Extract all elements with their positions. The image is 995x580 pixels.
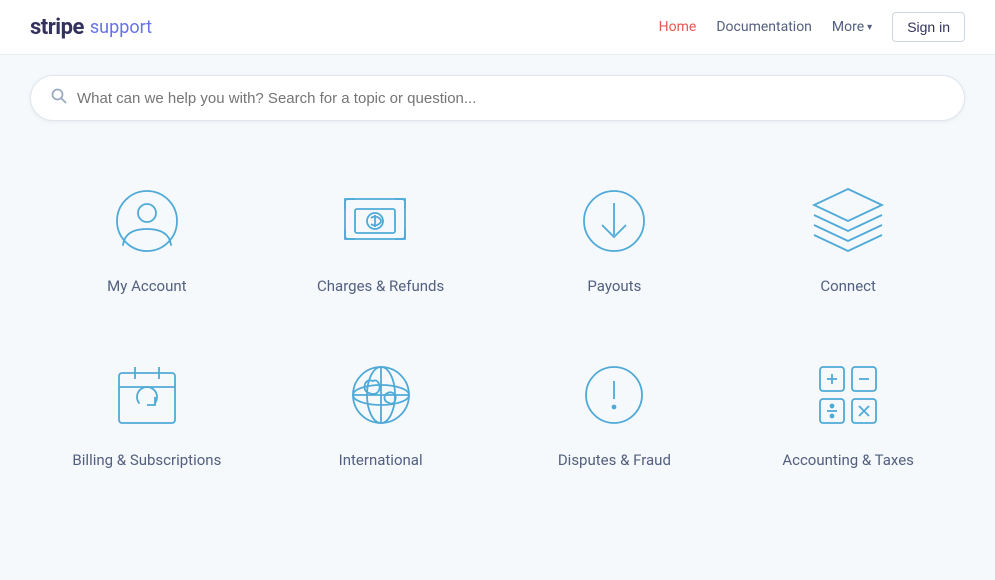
payouts-label: Payouts bbox=[587, 277, 641, 295]
category-my-account[interactable]: My Account bbox=[30, 151, 264, 325]
accounting-label: Accounting & Taxes bbox=[782, 451, 914, 469]
category-billing-subscriptions[interactable]: Billing & Subscriptions bbox=[30, 325, 264, 499]
logo-support: support bbox=[90, 17, 152, 38]
nav-home[interactable]: Home bbox=[659, 19, 697, 35]
billing-label: Billing & Subscriptions bbox=[72, 451, 221, 469]
my-account-icon bbox=[107, 181, 187, 261]
billing-icon bbox=[107, 355, 187, 435]
category-disputes-fraud[interactable]: Disputes & Fraud bbox=[498, 325, 732, 499]
logo: stripe support bbox=[30, 15, 152, 40]
my-account-label: My Account bbox=[107, 277, 186, 295]
payouts-icon bbox=[574, 181, 654, 261]
charges-refunds-label: Charges & Refunds bbox=[317, 277, 444, 295]
category-international[interactable]: International bbox=[264, 325, 498, 499]
search-bar bbox=[30, 75, 965, 121]
international-icon bbox=[341, 355, 421, 435]
connect-icon bbox=[808, 181, 888, 261]
header: stripe support Home Documentation More ▾… bbox=[0, 0, 995, 55]
disputes-label: Disputes & Fraud bbox=[558, 451, 671, 469]
chevron-down-icon: ▾ bbox=[867, 22, 872, 33]
sign-in-button[interactable]: Sign in bbox=[892, 12, 965, 42]
categories-grid: My Account Charges & Refunds bbox=[0, 131, 995, 529]
charges-refunds-icon bbox=[341, 181, 421, 261]
connect-label: Connect bbox=[820, 277, 876, 295]
nav-more[interactable]: More ▾ bbox=[832, 19, 872, 35]
category-charges-refunds[interactable]: Charges & Refunds bbox=[264, 151, 498, 325]
search-input[interactable] bbox=[77, 90, 944, 107]
logo-stripe: stripe bbox=[30, 15, 84, 40]
header-nav: Home Documentation More ▾ Sign in bbox=[659, 12, 965, 42]
nav-documentation[interactable]: Documentation bbox=[716, 19, 812, 35]
search-icon bbox=[51, 88, 67, 108]
category-connect[interactable]: Connect bbox=[731, 151, 965, 325]
category-payouts[interactable]: Payouts bbox=[498, 151, 732, 325]
category-accounting-taxes[interactable]: Accounting & Taxes bbox=[731, 325, 965, 499]
international-label: International bbox=[339, 451, 423, 469]
accounting-icon bbox=[808, 355, 888, 435]
disputes-icon bbox=[574, 355, 654, 435]
search-section bbox=[0, 55, 995, 131]
